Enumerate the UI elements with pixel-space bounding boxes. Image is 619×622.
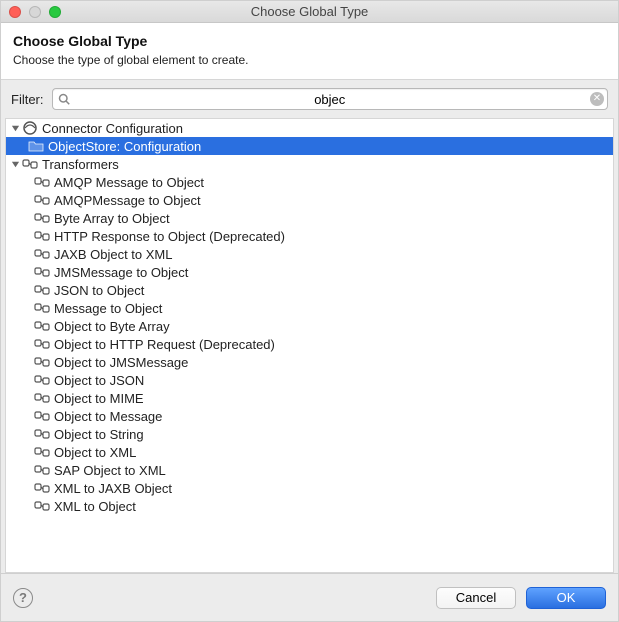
- transformer-icon: [34, 408, 50, 424]
- tree-item-label: Object to Byte Array: [54, 319, 170, 334]
- tree-item-objectstore-config[interactable]: ObjectStore: Configuration: [6, 137, 613, 155]
- close-window-icon[interactable]: [9, 6, 21, 18]
- bottom-bar: ? Cancel OK: [1, 573, 618, 621]
- tree-item-object-to-message[interactable]: Object to Message: [6, 407, 613, 425]
- clear-filter-icon[interactable]: ✕: [590, 92, 604, 106]
- tree-item-object-to-xml[interactable]: Object to XML: [6, 443, 613, 461]
- transformer-icon: [34, 210, 50, 226]
- connector-icon: [22, 120, 38, 136]
- transformer-icon: [34, 246, 50, 262]
- transformer-icon: [34, 444, 50, 460]
- transformer-icon: [34, 300, 50, 316]
- tree-item-amqpmessage-to-object[interactable]: AMQPMessage to Object: [6, 191, 613, 209]
- titlebar: Choose Global Type: [1, 1, 618, 23]
- tree-item-object-to-mime[interactable]: Object to MIME: [6, 389, 613, 407]
- tree-item-xml-to-object[interactable]: XML to Object: [6, 497, 613, 515]
- tree-item-label: Object to JMSMessage: [54, 355, 188, 370]
- tree-item-label: JAXB Object to XML: [54, 247, 173, 262]
- tree-item-label: Object to XML: [54, 445, 136, 460]
- tree-item-object-to-string[interactable]: Object to String: [6, 425, 613, 443]
- tree-item-label: XML to JAXB Object: [54, 481, 172, 496]
- zoom-window-icon[interactable]: [49, 6, 61, 18]
- ok-button[interactable]: OK: [526, 587, 606, 609]
- transformer-icon: [34, 462, 50, 478]
- tree-item-label: AMQP Message to Object: [54, 175, 204, 190]
- tree-item-object-to-jmsmessage[interactable]: Object to JMSMessage: [6, 353, 613, 371]
- transformer-icon: [34, 228, 50, 244]
- tree-item-label: SAP Object to XML: [54, 463, 166, 478]
- tree-item-amqp-message-to-object[interactable]: AMQP Message to Object: [6, 173, 613, 191]
- tree-item-label: Object to HTTP Request (Deprecated): [54, 337, 275, 352]
- tree-item-object-to-byte-array[interactable]: Object to Byte Array: [6, 317, 613, 335]
- tree-group-label: Connector Configuration: [42, 121, 183, 136]
- tree-item-label: JSON to Object: [54, 283, 144, 298]
- window-controls: [1, 6, 61, 18]
- filter-row: Filter: ✕: [1, 80, 618, 118]
- tree-item-label: Object to MIME: [54, 391, 144, 406]
- tree-item-jmsmessage-to-object[interactable]: JMSMessage to Object: [6, 263, 613, 281]
- transformer-icon: [34, 192, 50, 208]
- cancel-button[interactable]: Cancel: [436, 587, 516, 609]
- tree-item-object-to-json[interactable]: Object to JSON: [6, 371, 613, 389]
- help-icon[interactable]: ?: [13, 588, 33, 608]
- tree-item-object-to-http-request[interactable]: Object to HTTP Request (Deprecated): [6, 335, 613, 353]
- tree-item-label: Object to JSON: [54, 373, 144, 388]
- tree-item-label: HTTP Response to Object (Deprecated): [54, 229, 285, 244]
- tree-item-label: Object to Message: [54, 409, 162, 424]
- tree-item-byte-array-to-object[interactable]: Byte Array to Object: [6, 209, 613, 227]
- chevron-down-icon[interactable]: [10, 159, 20, 169]
- tree-item-json-to-object[interactable]: JSON to Object: [6, 281, 613, 299]
- transformer-icon: [22, 156, 38, 172]
- transformer-icon: [34, 480, 50, 496]
- window-title: Choose Global Type: [1, 4, 618, 19]
- dialog-subtext: Choose the type of global element to cre…: [13, 53, 606, 67]
- filter-input[interactable]: [52, 88, 609, 110]
- transformer-icon: [34, 426, 50, 442]
- minimize-window-icon: [29, 6, 41, 18]
- search-wrap: ✕: [52, 88, 609, 110]
- tree-item-label: JMSMessage to Object: [54, 265, 188, 280]
- tree-item-label: ObjectStore: Configuration: [48, 139, 201, 154]
- tree-item-http-response-to-object[interactable]: HTTP Response to Object (Deprecated): [6, 227, 613, 245]
- dialog-header: Choose Global Type Choose the type of gl…: [1, 23, 618, 80]
- type-tree[interactable]: Connector Configuration ObjectStore: Conf…: [5, 118, 614, 573]
- transformer-icon: [34, 390, 50, 406]
- transformer-icon: [34, 264, 50, 280]
- search-icon: [58, 93, 70, 105]
- tree-item-xml-to-jaxb-object[interactable]: XML to JAXB Object: [6, 479, 613, 497]
- tree-item-label: Message to Object: [54, 301, 162, 316]
- tree-item-label: Byte Array to Object: [54, 211, 170, 226]
- transformer-icon: [34, 372, 50, 388]
- dialog-window: Choose Global Type Choose Global Type Ch…: [0, 0, 619, 622]
- tree-item-jaxb-object-to-xml[interactable]: JAXB Object to XML: [6, 245, 613, 263]
- tree-item-label: XML to Object: [54, 499, 136, 514]
- transformer-icon: [34, 498, 50, 514]
- transformer-icon: [34, 336, 50, 352]
- transformer-icon: [34, 282, 50, 298]
- filter-label: Filter:: [11, 92, 44, 107]
- tree-group-connector-config[interactable]: Connector Configuration: [6, 119, 613, 137]
- transformer-icon: [34, 318, 50, 334]
- tree-item-message-to-object[interactable]: Message to Object: [6, 299, 613, 317]
- folder-icon: [28, 138, 44, 154]
- tree-item-label: Object to String: [54, 427, 144, 442]
- tree-item-label: AMQPMessage to Object: [54, 193, 201, 208]
- tree-group-label: Transformers: [42, 157, 119, 172]
- tree-item-sap-object-to-xml[interactable]: SAP Object to XML: [6, 461, 613, 479]
- chevron-down-icon[interactable]: [10, 123, 20, 133]
- transformer-icon: [34, 174, 50, 190]
- tree-group-transformers[interactable]: Transformers: [6, 155, 613, 173]
- transformer-icon: [34, 354, 50, 370]
- dialog-heading: Choose Global Type: [13, 33, 606, 49]
